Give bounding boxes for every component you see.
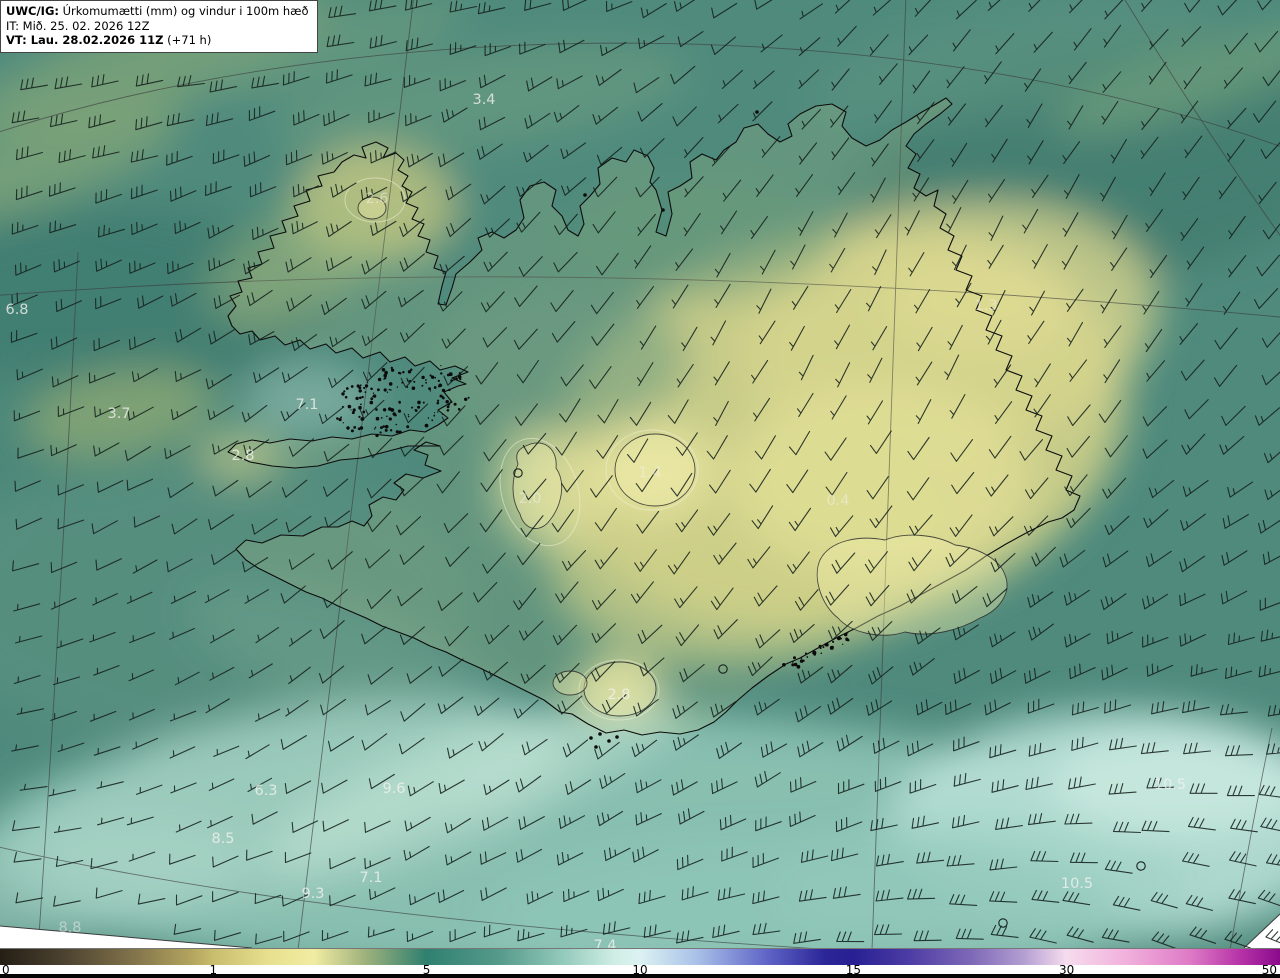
precip-value-label: 1.3 xyxy=(974,298,997,314)
figure-bottom-edge xyxy=(0,974,1280,978)
precip-value-label: 7.1 xyxy=(359,870,382,886)
precip-value-label: 2.8 xyxy=(231,448,254,464)
precip-value-label: 10.5 xyxy=(1061,876,1093,892)
precip-value-label: 9.6 xyxy=(382,781,405,797)
product-title-line: UWC/IG: Úrkomumætti (mm) og vindur i 100… xyxy=(6,4,309,19)
eyjafjallajokull-outline xyxy=(552,670,588,696)
precip-value-label: 10.5 xyxy=(1154,777,1186,793)
valid-time: VT: Lau. 28.02.2026 11Z xyxy=(6,33,164,48)
precip-value-label: 9.3 xyxy=(301,886,324,902)
precip-wind-map-canvas: 3.4 2.6 6.8 3.7 7.1 2.8 1.3 2.0 1.4 0.4 2.8 6.3 9.6 8… xyxy=(0,0,1280,948)
precip-value-label: 0.4 xyxy=(826,493,849,509)
init-time-line: IT: Mið. 25. 02. 2026 12Z xyxy=(6,18,150,33)
precip-value-label: 8.8 xyxy=(58,920,81,936)
product-title: Úrkomumætti (mm) og vindur i 100m hæð xyxy=(58,4,309,18)
precip-value-label: 2.0 xyxy=(518,491,541,507)
precip-value-label: 6.3 xyxy=(254,783,277,799)
precip-value-label: 7.1 xyxy=(295,397,318,413)
precip-value-label: 2.8 xyxy=(607,687,630,703)
valid-time-line: VT: Lau. 28.02.2026 11Z (+71 h) xyxy=(6,33,309,48)
precip-value-label: 6.8 xyxy=(5,302,28,318)
precip-value-label: 8.5 xyxy=(211,831,234,847)
model-id: UWC/IG: xyxy=(6,4,59,18)
precip-value-label: 3.7 xyxy=(107,406,130,422)
precip-value-label: 3.4 xyxy=(472,92,495,108)
precip-value-label: 2.6 xyxy=(365,191,388,207)
precip-value-label: 7.4 xyxy=(593,938,616,948)
weather-forecast-map: 3.4 2.6 6.8 3.7 7.1 2.8 1.3 2.0 1.4 0.4 2.8 6.3 9.6 8… xyxy=(0,0,1280,978)
map-title-box: UWC/IG: Úrkomumætti (mm) og vindur i 100… xyxy=(0,0,318,54)
precip-value-label: 1.4 xyxy=(638,465,661,481)
forecast-offset: (+71 h) xyxy=(163,33,212,48)
